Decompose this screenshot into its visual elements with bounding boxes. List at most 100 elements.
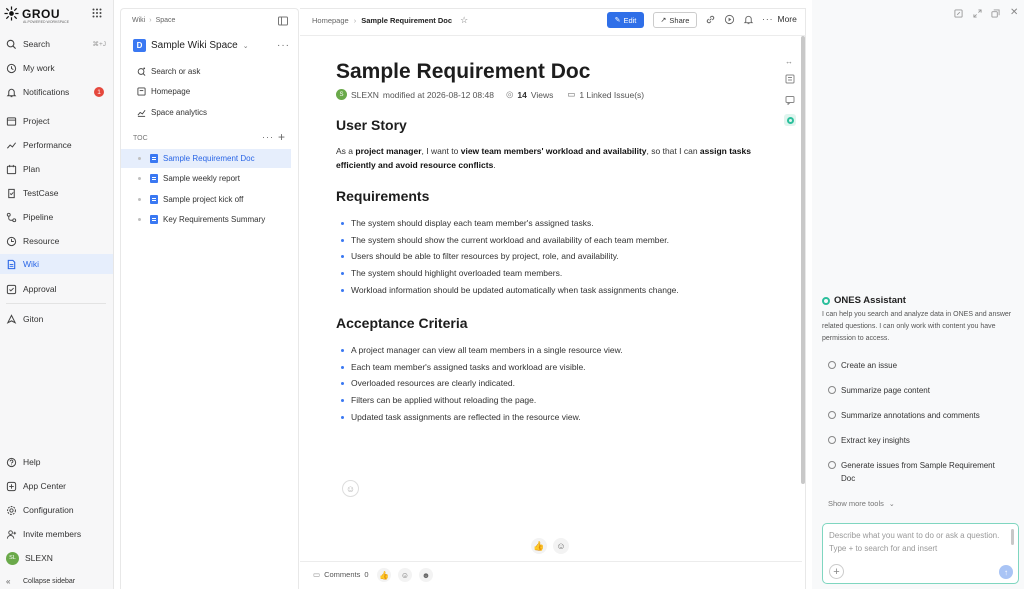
- list-item: The system should highlight overloaded t…: [336, 265, 776, 282]
- my-work-icon: [6, 63, 17, 73]
- space-more-icon[interactable]: ···: [277, 40, 290, 51]
- nav-giton[interactable]: Giton: [4, 309, 110, 329]
- assistant-input-box[interactable]: Describe what you want to do or ask a qu…: [822, 523, 1019, 584]
- share-button[interactable]: ↗ Share: [653, 12, 697, 28]
- toc-item[interactable]: Sample project kick off: [121, 190, 291, 209]
- nav-performance[interactable]: Performance: [4, 135, 110, 155]
- attach-plus-icon[interactable]: +: [829, 564, 844, 579]
- apps-grid-icon[interactable]: [92, 8, 102, 18]
- nav-project[interactable]: Project: [4, 111, 110, 131]
- add-emoji-reaction-icon[interactable]: ☺: [553, 538, 569, 554]
- expand-width-icon[interactable]: ↔: [785, 57, 793, 66]
- breadcrumb-separator: ›: [149, 17, 152, 24]
- input-scrollbar[interactable]: [1011, 529, 1014, 545]
- homepage-label: Homepage: [151, 87, 191, 96]
- user-name: SLEXN: [25, 553, 53, 563]
- nav-app-center[interactable]: App Center: [4, 476, 110, 496]
- space-selector[interactable]: D Sample Wiki Space ⌄: [133, 39, 249, 52]
- nav-plan[interactable]: Plan: [4, 159, 110, 179]
- gear-icon: [7, 505, 16, 515]
- document-icon: [150, 154, 158, 163]
- invite-icon: [6, 529, 17, 539]
- toc-item[interactable]: Key Requirements Summary: [121, 210, 291, 229]
- toc-more-icon[interactable]: ···: [262, 132, 274, 142]
- comment-emoji-icon[interactable]: ☺: [398, 568, 412, 582]
- nav-testcase-label: TestCase: [23, 188, 59, 198]
- assistant-tool-generate-issues[interactable]: Generate issues from Sample Requirement …: [828, 459, 1008, 485]
- close-icon[interactable]: ✕: [1010, 7, 1018, 18]
- user-story-heading: User Story: [336, 117, 407, 133]
- nav-my-work-label: My work: [23, 63, 55, 73]
- author-name[interactable]: SLEXN: [351, 90, 379, 100]
- nav-project-label: Project: [23, 116, 50, 126]
- nav-configuration[interactable]: Configuration: [4, 500, 110, 520]
- assistant-tool-summarize-annotations[interactable]: Summarize annotations and comments: [828, 409, 1018, 422]
- avatar: SL: [6, 551, 19, 565]
- new-chat-icon[interactable]: [954, 9, 963, 18]
- star-icon[interactable]: ☆: [460, 15, 468, 26]
- nav-resource[interactable]: Resource: [4, 231, 110, 251]
- toc-item[interactable]: Sample Requirement Doc: [121, 149, 291, 168]
- edit-button[interactable]: ✎ Edit: [607, 12, 644, 28]
- nav-notifications[interactable]: Notifications 1: [4, 82, 110, 102]
- comment-add-reaction-icon[interactable]: ☻: [419, 568, 433, 582]
- expand-icon[interactable]: [973, 9, 982, 18]
- assistant-tool-summarize-page[interactable]: Summarize page content: [828, 384, 1018, 397]
- doc-breadcrumb-home[interactable]: Homepage: [312, 16, 349, 25]
- assistant-tool-extract-insights[interactable]: Extract key insights: [828, 434, 1018, 447]
- breadcrumb-wiki[interactable]: Wiki: [132, 17, 145, 24]
- app-center-icon: [6, 481, 17, 491]
- resource-icon: [6, 236, 17, 246]
- outline-icon[interactable]: [785, 74, 795, 84]
- assistant-tool-create-issue[interactable]: Create an issue: [828, 359, 1018, 372]
- sidebar-toggle-icon[interactable]: [278, 16, 288, 26]
- nav-help[interactable]: Help: [4, 452, 110, 472]
- nav-pipeline[interactable]: Pipeline: [4, 207, 110, 227]
- space-name: Sample Wiki Space: [151, 40, 238, 51]
- nav-wiki[interactable]: Wiki: [0, 254, 113, 274]
- comments-panel-icon[interactable]: [785, 95, 795, 105]
- add-reaction-floating-icon[interactable]: ☺: [342, 480, 359, 497]
- add-page-icon[interactable]: +: [278, 130, 285, 144]
- more-button[interactable]: ··· More: [762, 14, 797, 24]
- nav-my-work[interactable]: My work: [4, 58, 110, 78]
- main-sidebar: GROU AI-POWERED WORKSPACE Search ⌘+J My …: [0, 0, 114, 589]
- linked-issues[interactable]: 1 Linked Issue(s): [579, 90, 644, 100]
- toc-item[interactable]: Sample weekly report: [121, 169, 291, 188]
- logo-subtext: AI-POWERED WORKSPACE: [23, 20, 70, 24]
- app-logo[interactable]: GROU AI-POWERED WORKSPACE: [4, 6, 69, 24]
- tool-label: Extract key insights: [841, 436, 910, 445]
- breadcrumb: Wiki › Space: [132, 17, 175, 24]
- assistant-toggle-icon[interactable]: [784, 114, 796, 126]
- nav-approval[interactable]: Approval: [4, 279, 110, 299]
- comment-thumbs-up-icon[interactable]: 👍: [377, 568, 391, 582]
- thumbs-up-reaction-icon[interactable]: 👍: [531, 538, 547, 554]
- pop-out-icon[interactable]: [991, 9, 1000, 18]
- list-item: The system should show the current workl…: [336, 232, 776, 249]
- subscribe-bell-icon[interactable]: [743, 14, 754, 25]
- homepage-link[interactable]: Homepage: [137, 87, 190, 96]
- comment-icon: ▭: [313, 570, 321, 579]
- page-title: Sample Requirement Doc: [336, 60, 591, 83]
- doc-scrollbar[interactable]: [801, 36, 805, 484]
- wiki-icon: [7, 259, 16, 269]
- tool-label: Summarize page content: [841, 386, 930, 395]
- send-icon[interactable]: ↑: [999, 565, 1013, 579]
- collapse-sidebar-button[interactable]: « Collapse sidebar: [4, 573, 110, 589]
- nav-search[interactable]: Search ⌘+J: [4, 34, 110, 54]
- present-icon[interactable]: [724, 14, 735, 25]
- toc-item-label: Key Requirements Summary: [163, 215, 266, 224]
- nav-testcase[interactable]: TestCase: [4, 183, 110, 203]
- comments-bar[interactable]: ▭ Comments 0: [313, 570, 369, 579]
- breadcrumb-space[interactable]: Space: [156, 17, 176, 24]
- nav-user[interactable]: SL SLEXN: [4, 548, 110, 568]
- space-analytics-link[interactable]: Space analytics: [137, 108, 207, 117]
- nav-invite-members[interactable]: Invite members: [4, 524, 110, 544]
- search-or-ask-link[interactable]: Search or ask: [137, 67, 200, 76]
- show-more-tools-button[interactable]: Show more tools ⌄: [828, 499, 895, 508]
- doc-breadcrumb-current[interactable]: Sample Requirement Doc: [361, 16, 452, 25]
- link-icon[interactable]: [705, 14, 716, 25]
- tool-icon: [828, 386, 836, 394]
- more-dots-icon: ···: [762, 14, 774, 24]
- nav-divider: [6, 303, 106, 304]
